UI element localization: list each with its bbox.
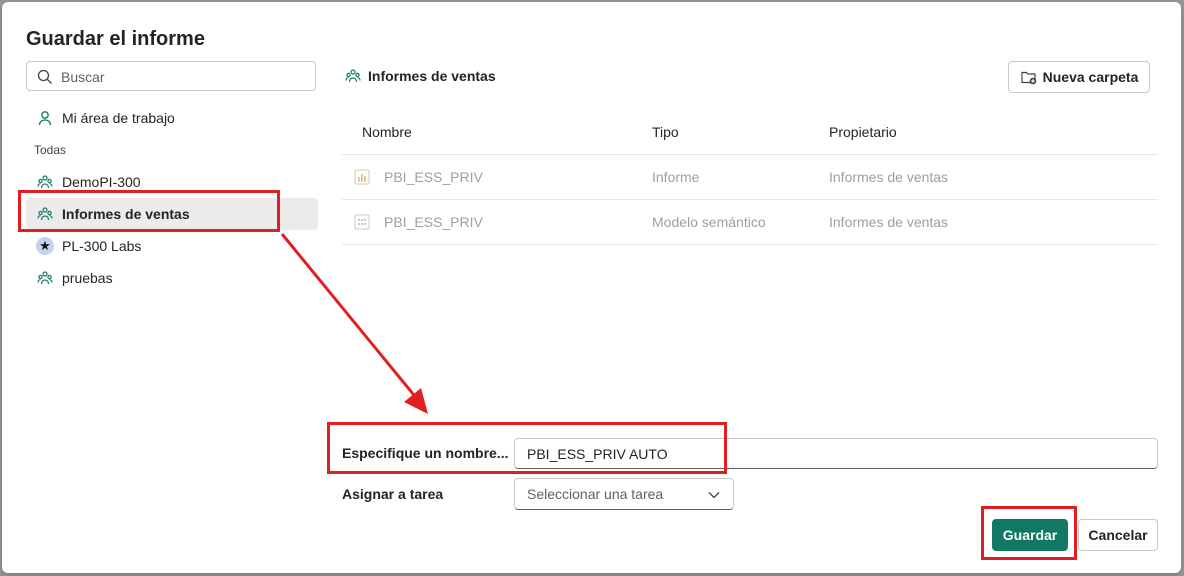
section-label: Todas [34,143,67,157]
task-dropdown-value: Seleccionar una tarea [527,486,664,502]
column-header-owner[interactable]: Propietario [829,124,1158,140]
item-name: PBI_ESS_PRIV [384,214,483,230]
task-dropdown[interactable]: Seleccionar una tarea [514,478,734,510]
new-folder-label: Nueva carpeta [1042,69,1139,85]
sidebar-item-demopi-300[interactable]: DemoPI-300 [26,166,318,198]
column-header-name[interactable]: Nombre [342,124,652,140]
semantic-model-icon [354,214,370,230]
cancel-button[interactable]: Cancelar [1078,519,1158,551]
dialog-title: Guardar el informe [26,28,205,50]
item-type: Modelo semántico [652,214,766,230]
item-type: Informe [652,169,700,185]
items-table: Nombre Tipo Propietario PBI_ESS_PRIV Inf… [342,110,1158,245]
table-row[interactable]: PBI_ESS_PRIV Informe Informes de ventas [342,155,1158,200]
person-icon [36,109,54,127]
search-box[interactable] [26,61,316,91]
workspace-title: Informes de ventas [368,68,496,84]
workspace-icon [345,68,361,84]
search-icon [37,69,52,84]
chevron-down-icon [708,492,720,499]
new-folder-button[interactable]: Nueva carpeta [1008,61,1150,93]
workspace-icon [36,205,54,223]
sidebar-item-label: pruebas [62,270,113,286]
sidebar-item-pruebas[interactable]: pruebas [26,262,318,294]
star-icon: ★ [36,237,54,255]
new-folder-icon [1020,68,1038,86]
task-label: Asignar a tarea [342,486,444,502]
item-owner: Informes de ventas [829,214,949,230]
column-header-type[interactable]: Tipo [652,124,829,140]
item-owner: Informes de ventas [829,169,949,185]
sidebar-item-pl-300-labs[interactable]: ★ PL-300 Labs [26,230,318,262]
save-button[interactable]: Guardar [992,519,1068,551]
sidebar-item-label: DemoPI-300 [62,174,141,190]
sidebar-item-label: Mi área de trabajo [62,110,175,126]
sidebar-item-label: Informes de ventas [62,206,190,222]
sidebar-item-informes-de-ventas[interactable]: Informes de ventas [26,198,318,230]
name-label: Especifique un nombre... [342,445,509,461]
report-name-input[interactable] [514,438,1158,469]
sidebar-item-label: PL-300 Labs [62,238,142,254]
workspace-icon [36,173,54,191]
table-row[interactable]: PBI_ESS_PRIV Modelo semántico Informes d… [342,200,1158,245]
item-name: PBI_ESS_PRIV [384,169,483,185]
save-report-dialog: Guardar el informe Mi área de trabajo To… [2,2,1181,573]
table-header: Nombre Tipo Propietario [342,110,1158,155]
report-icon [354,169,370,185]
workspace-icon [36,269,54,287]
search-input[interactable] [59,66,313,88]
current-workspace-header: Informes de ventas [345,68,496,84]
sidebar-item-my-workspace[interactable]: Mi área de trabajo [26,102,318,134]
